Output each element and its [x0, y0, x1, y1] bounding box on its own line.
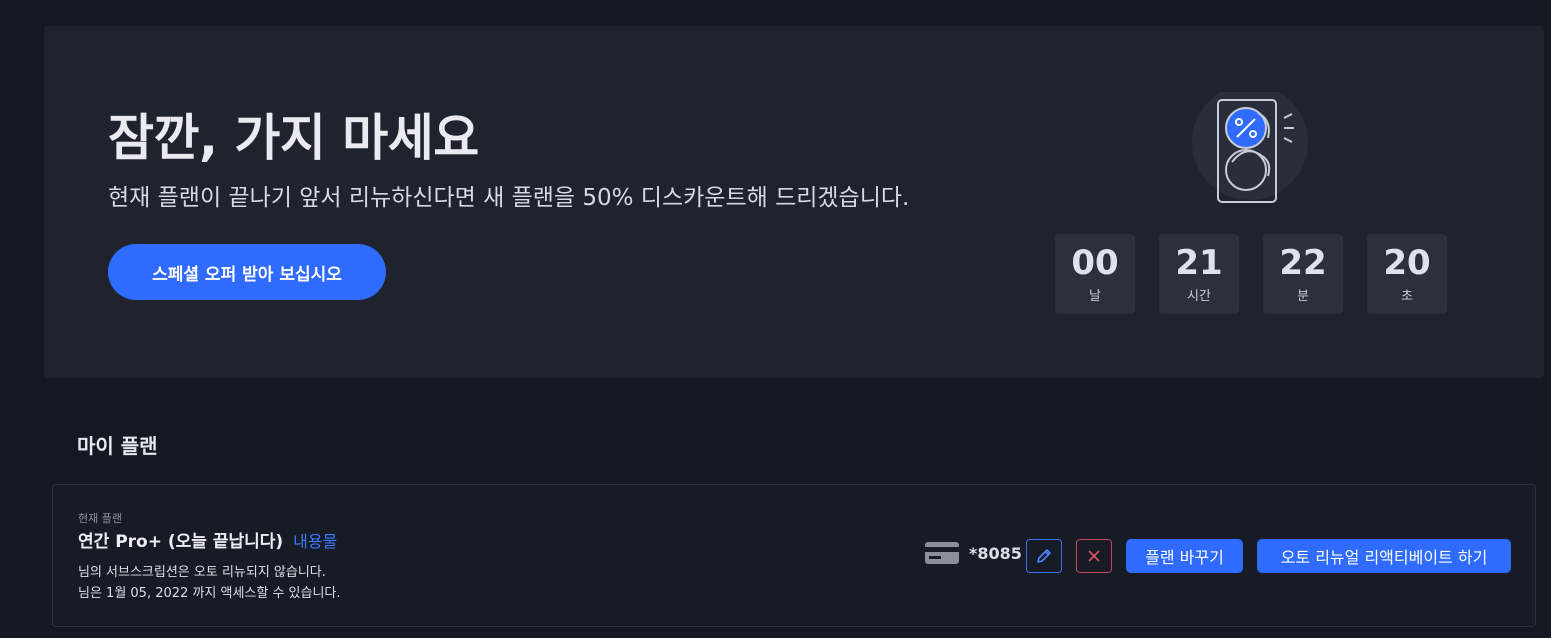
access-until-notice: 님은 1월 05, 2022 까지 액세스할 수 있습니다. [78, 586, 341, 601]
remove-payment-button[interactable] [1076, 539, 1112, 573]
countdown-minutes-value: 22 [1279, 242, 1327, 283]
countdown-seconds-unit: 초 [1401, 288, 1413, 304]
payment-card: *8085 [925, 542, 1022, 564]
reactivate-auto-renewal-button[interactable]: 오토 리뉴얼 리액티베이트 하기 [1257, 539, 1511, 573]
promo-title: 잠깐, 가지 마세요 [108, 109, 479, 167]
countdown-days-unit: 날 [1089, 288, 1101, 304]
discount-card-icon [1192, 92, 1308, 203]
my-plan-heading: 마이 플랜 [77, 434, 158, 458]
countdown-days: 00 날 [1055, 234, 1135, 314]
plan-name: 연간 Pro+ (오늘 끝납니다) [78, 532, 284, 552]
countdown-minutes: 22 분 [1263, 234, 1343, 314]
countdown-hours: 21 시간 [1159, 234, 1239, 314]
promo-subtitle: 현재 플랜이 끝나기 앞서 리뉴하신다면 새 플랜을 50% 디스카운트해 드리… [108, 185, 910, 211]
countdown-seconds-value: 20 [1383, 242, 1431, 283]
card-last4: *8085 [969, 543, 1022, 563]
countdown-minutes-unit: 분 [1297, 288, 1309, 304]
current-plan-card: 현재 플랜 연간 Pro+ (오늘 끝납니다) 내용물 님의 서브스크립션은 오… [52, 484, 1536, 627]
close-icon [1088, 550, 1100, 562]
countdown-hours-unit: 시간 [1187, 288, 1211, 304]
auto-renew-notice: 님의 서브스크립션은 오토 리뉴되지 않습니다. [78, 565, 326, 580]
countdown-timer: 00 날 21 시간 22 분 20 초 [1055, 234, 1447, 314]
countdown-seconds: 20 초 [1367, 234, 1447, 314]
pencil-icon [1037, 549, 1051, 563]
edit-payment-button[interactable] [1026, 539, 1062, 573]
plan-name-row: 연간 Pro+ (오늘 끝납니다) 내용물 [78, 527, 337, 552]
countdown-hours-value: 21 [1175, 242, 1223, 283]
countdown-days-value: 00 [1071, 242, 1119, 283]
change-plan-button[interactable]: 플랜 바꾸기 [1126, 539, 1243, 573]
current-plan-label: 현재 플랜 [78, 512, 122, 525]
credit-card-icon [925, 542, 959, 564]
special-offer-button[interactable]: 스페셜 오퍼 받아 보십시오 [108, 244, 386, 300]
plan-details-link[interactable]: 내용물 [293, 532, 337, 551]
promo-banner: 잠깐, 가지 마세요 현재 플랜이 끝나기 앞서 리뉴하신다면 새 플랜을 50… [44, 26, 1544, 378]
